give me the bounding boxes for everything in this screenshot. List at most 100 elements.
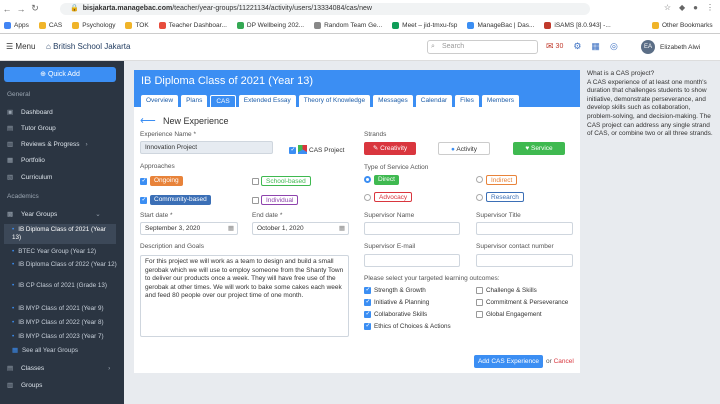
bookmark[interactable]: ManageBac | Das... [467,21,534,29]
cas-project-checkbox[interactable] [289,146,296,154]
other-bookmarks[interactable]: Other Bookmarks [652,21,713,29]
calendar-icon[interactable]: ▦ [339,223,345,234]
bookmark[interactable]: Random Team Ge... [314,21,382,29]
tab-theory-of-knowledge[interactable]: Theory of Knowledge [298,95,371,107]
outcome-checkbox[interactable] [364,322,371,330]
outcome-checkbox[interactable] [364,298,371,306]
add-cas-experience-button[interactable]: Add CAS Experience [474,355,543,368]
start-date-input[interactable]: September 3, 2020 ▦ [140,222,238,235]
sidebar-year-group-item[interactable]: • IB MYP Class of 2022 (Year 8) [12,319,124,327]
supervisor-contact-input[interactable] [476,254,573,267]
sidebar-item-dashboard[interactable]: ▣ Dashboard [7,108,53,117]
supervisor-email-input[interactable] [364,254,460,267]
quick-add-button[interactable]: ⊕ Quick Add [4,67,116,82]
outcome-checkbox[interactable] [364,286,371,294]
sidebar-year-group-item[interactable]: • IB CP Class of 2021 (Grade 13) [12,282,124,290]
service-direct-radio[interactable] [364,176,371,183]
address-bar[interactable]: 🔒 bisjakarta.managebac.com/teacher/year-g… [60,3,590,15]
outcome-checkbox[interactable] [476,311,483,318]
calendar-icon[interactable]: ▦ [228,223,234,234]
user-name[interactable]: Elizabeth Alwi [660,44,700,51]
sidebar-year-group-item[interactable]: • BTEC Year Group (Year 12) [12,248,124,256]
bookmark[interactable]: Meet – jid-tmxu-fsp [392,21,457,29]
tab-calendar[interactable]: Calendar [415,95,453,107]
end-date-input[interactable]: October 1, 2020 ▦ [252,222,349,235]
toolbar-icons: ☆ ◆ ● ⋮ [664,3,714,12]
sidebar-item-portfolio[interactable]: ▦ Portfolio [7,156,45,165]
supervisor-title-input[interactable] [476,222,573,235]
profile-icon[interactable]: ● [693,3,698,12]
menu-button[interactable]: ☰ Menu [6,42,35,51]
supervisor-name-input[interactable] [364,222,460,235]
extension-icon[interactable]: ◆ [679,3,685,12]
tab-cas[interactable]: CAS [210,95,236,107]
topbar-icons: ✉ 30 ⚙ ▦ ◎ [546,41,618,52]
sidebar-item-classes[interactable]: ▤ Classes › [7,364,110,373]
lock-icon: 🔒 [70,5,79,12]
description-textarea[interactable]: For this project we will work as a team … [140,255,349,337]
more-icon[interactable]: ⋮ [706,3,714,12]
outcome-checkbox[interactable] [364,310,371,318]
strands-label: Strands [364,131,387,138]
search-input[interactable]: ⌕ Search [427,40,538,54]
outcome-checkbox[interactable] [476,287,483,294]
sidebar-year-group-item[interactable]: • IB MYP Class of 2023 (Year 7) [12,333,124,341]
approach-school-based-checkbox[interactable] [252,178,259,185]
reload-icon[interactable]: ↻ [28,3,42,14]
school-link[interactable]: ⌂ British School Jakarta [46,42,130,51]
bookmark[interactable]: Apps [4,21,29,29]
school-icon: ⌂ [46,42,51,51]
folder-icon [652,21,659,29]
tab-overview[interactable]: Overview [141,95,179,107]
strand-activity-button[interactable]: ● Activity [438,142,490,155]
globe-icon[interactable]: ◎ [610,41,618,52]
sidebar-year-group-item[interactable]: • IB Diploma Class of 2021 (Year 13) [4,224,116,244]
avatar[interactable]: EA [641,40,655,54]
approach-community-checkbox[interactable] [140,196,147,204]
tab-messages[interactable]: Messages [373,95,413,107]
bookmark[interactable]: TOK [125,21,149,29]
service-advocacy-radio[interactable] [364,194,371,201]
main-panel: IB Diploma Class of 2021 (Year 13) Overv… [134,70,580,373]
strand-service-button[interactable]: ♥ Service [513,142,565,155]
approach-individual-checkbox[interactable] [252,197,259,204]
groups-icon: ▥ [7,382,14,389]
sidebar-year-group-item[interactable]: • IB Diploma Class of 2022 (Year 12) [12,261,124,269]
sidebar-item-year-groups[interactable]: ▩ Year Groups ⌄ [7,210,101,219]
tab-members[interactable]: Members [481,95,519,107]
bookmark[interactable]: CAS [38,21,62,29]
dot-icon: • [12,226,15,233]
approach-ongoing-checkbox[interactable] [140,177,147,185]
bookmark[interactable]: Teacher Dashboar... [158,21,227,29]
outcome-checkbox[interactable] [476,299,483,306]
back-arrow-icon[interactable]: ⟵ [140,114,156,127]
bookmark[interactable]: Psychology [72,21,115,29]
sidebar-see-all[interactable]: ▦ See all Year Groups [12,347,124,355]
sidebar-item-reviews[interactable]: ▥ Reviews & Progress › [7,140,88,149]
settings-icon[interactable]: ⚙ [573,41,581,52]
back-arrow-icon[interactable]: ← [0,4,14,14]
cancel-link[interactable]: Cancel [554,358,574,365]
service-advocacy-pill: Advocacy [374,192,413,202]
experience-name-label: Experience Name * [140,131,196,138]
sidebar-item-curriculum[interactable]: ▧ Curriculum [7,173,52,182]
strand-creativity-button[interactable]: ✎ Creativity [364,142,416,155]
sidebar-year-group-item[interactable]: • IB MYP Class of 2021 (Year 9) [12,305,124,313]
folder-icon [125,21,133,29]
bookmark[interactable]: DP Wellbeing 202... [236,21,304,29]
start-date-value: September 3, 2020 [145,225,201,232]
service-research-radio[interactable] [476,194,483,201]
star-icon[interactable]: ☆ [664,3,671,12]
service-indirect-radio[interactable] [476,176,483,183]
forward-arrow-icon[interactable]: → [14,4,28,14]
tab-plans[interactable]: Plans [181,95,208,107]
tab-extended-essay[interactable]: Extended Essay [238,95,296,107]
mail-icon[interactable]: ✉ [546,41,554,52]
grid-icon[interactable]: ▦ [591,41,600,52]
sidebar-item-groups[interactable]: ▥ Groups [7,381,42,390]
sidebar-item-tutor-group[interactable]: ▤ Tutor Group [7,124,56,133]
mail-count: 30 [555,43,564,50]
tab-files[interactable]: Files [455,95,479,107]
bookmark[interactable]: iSAMS [8.0.943] -... [544,21,611,29]
experience-name-input[interactable]: Innovation Project [140,141,273,154]
